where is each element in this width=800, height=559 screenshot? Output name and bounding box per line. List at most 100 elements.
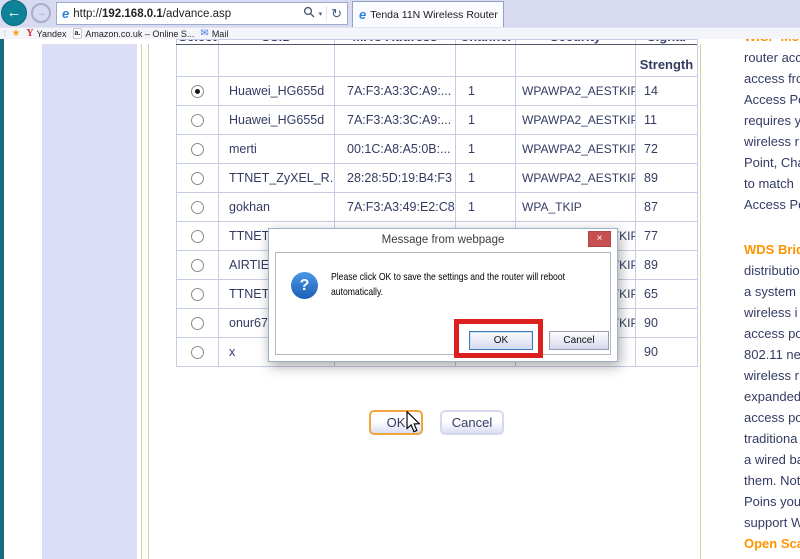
select-radio[interactable] (191, 230, 204, 244)
channel-cell: 1 (455, 76, 516, 106)
signal-cell: 90 (635, 337, 698, 367)
help-heading-open-scan: Open Sca (744, 536, 800, 551)
yandex-icon: Y (26, 28, 34, 39)
select-radio[interactable] (191, 85, 204, 99)
favorites-star-icon[interactable]: ★ (11, 28, 20, 39)
select-radio[interactable] (191, 201, 204, 215)
tab-tenda-router[interactable]: e Tenda 11N Wireless Router × (352, 1, 504, 27)
help-line: to display (744, 554, 800, 559)
mac-cell: 7A:F3:A3:3C:A9:... (334, 76, 456, 106)
header-select: Select (176, 39, 219, 77)
dialog-cancel-button[interactable]: Cancel (549, 331, 609, 350)
security-cell: WPAWPA2_AESTKIP (515, 163, 636, 193)
channel-cell: 1 (455, 192, 516, 222)
search-dropdown-caret-icon[interactable]: ▾ (319, 10, 323, 18)
signal-cell: 11 (635, 105, 698, 135)
select-radio[interactable] (191, 114, 204, 128)
table-header-row: Select SSID MAC Address Channel Security… (176, 39, 698, 77)
red-annotation-box (454, 319, 543, 358)
forward-arrow-icon: → (35, 7, 47, 19)
forward-button[interactable]: → (31, 3, 51, 23)
signal-cell: 14 (635, 76, 698, 106)
page-content: Select SSID MAC Address Channel Security… (4, 39, 800, 559)
help-line: to match (744, 176, 794, 191)
table-row: gokhan 7A:F3:A3:49:E2:C8 1 WPA_TKIP 87 (176, 192, 698, 222)
help-line: wireless r (744, 134, 799, 149)
security-cell: WPAWPA2_AESTKIP (515, 105, 636, 135)
help-line: requires y (744, 113, 800, 128)
mac-cell: 7A:F3:A3:3C:A9:... (334, 105, 456, 135)
help-panel-divider (700, 44, 701, 559)
dialog-close-icon[interactable]: × (588, 231, 611, 247)
page-cancel-button[interactable]: Cancel (440, 410, 504, 435)
channel-cell: 1 (455, 134, 516, 164)
signal-cell: 87 (635, 192, 698, 222)
select-radio[interactable] (191, 259, 204, 273)
signal-cell: 90 (635, 308, 698, 338)
signal-cell: 89 (635, 250, 698, 280)
help-line: access po (744, 410, 800, 425)
help-line: them. Not (744, 473, 800, 488)
refresh-icon[interactable]: ↻ (331, 6, 342, 22)
help-line: support W (744, 515, 800, 530)
mouse-cursor-icon (405, 410, 422, 438)
back-button[interactable]: ← (1, 0, 27, 26)
mac-cell: 28:28:5D:19:B4:F3 (334, 163, 456, 193)
security-cell: WPAWPA2_AESTKIP (515, 134, 636, 164)
help-line: Access Po (744, 92, 800, 107)
table-top-rule (176, 44, 697, 45)
select-radio[interactable] (191, 143, 204, 157)
select-radio[interactable] (191, 172, 204, 186)
tab-close-icon[interactable]: × (502, 9, 503, 21)
header-mac: MAC Address (334, 39, 456, 77)
help-line: access fro (744, 71, 800, 86)
ssid-cell: Huawei_HG655d (218, 105, 335, 135)
help-line: wireless i (744, 305, 798, 320)
ssid-cell: Huawei_HG655d (218, 76, 335, 106)
help-line: Point, Cha (744, 155, 800, 170)
search-icon[interactable] (303, 5, 315, 23)
amazon-icon: a. (72, 28, 83, 39)
favorite-amazon-label: Amazon.co.uk – Online S... (85, 28, 195, 39)
help-line: distributio (744, 263, 800, 278)
help-line: wireless r (744, 368, 799, 383)
browser-window: ← → e http://192.168.0.1/advance.asp ▾ ↻… (0, 0, 800, 559)
address-bar[interactable]: e http://192.168.0.1/advance.asp ▾ ↻ (56, 2, 348, 25)
favorite-yandex[interactable]: Y Yandex (26, 28, 66, 39)
url-text: http://192.168.0.1/advance.asp (73, 7, 232, 20)
help-heading-wds: WDS Brid (744, 242, 800, 257)
table-row: Huawei_HG655d 7A:F3:A3:3C:A9:... 1 WPAWP… (176, 76, 698, 106)
select-radio[interactable] (191, 288, 204, 302)
back-arrow-icon: ← (6, 4, 22, 21)
signal-cell: 77 (635, 221, 698, 251)
tab-title: Tenda 11N Wireless Router (370, 8, 498, 21)
signal-cell: 72 (635, 134, 698, 164)
mac-cell: 00:1C:A8:A5:0B:... (334, 134, 456, 164)
address-bar-divider (326, 6, 328, 21)
help-line: access po (744, 326, 800, 341)
message-dialog: Message from webpage × ? Please click OK… (268, 228, 618, 362)
select-radio[interactable] (191, 317, 204, 331)
help-line: Poins you (744, 494, 800, 509)
help-line: a wired ba (744, 452, 800, 467)
help-line: a system (744, 284, 797, 299)
table-row: TTNET_ZyXEL_R... 28:28:5D:19:B4:F3 1 WPA… (176, 163, 698, 193)
help-line: traditiona (744, 431, 798, 446)
favorite-amazon[interactable]: a. Amazon.co.uk – Online S... (72, 28, 195, 39)
dialog-title: Message from webpage (381, 234, 505, 246)
tab-favicon-icon: e (359, 7, 367, 22)
browser-toolbar: ← → e http://192.168.0.1/advance.asp ▾ ↻… (0, 0, 800, 27)
sidebar-block (42, 44, 137, 559)
header-ssid: SSID (218, 39, 335, 77)
layout-divider (141, 44, 142, 559)
header-security: Security (515, 39, 636, 77)
favorite-mail-label: Mail (211, 28, 229, 39)
table-row: merti 00:1C:A8:A5:0B:... 1 WPAWPA2_AESTK… (176, 134, 698, 164)
header-channel: Channel (455, 39, 516, 77)
help-line: 802.11 ne (744, 347, 800, 362)
table-row: Huawei_HG655d 7A:F3:A3:3C:A9:... 1 WPAWP… (176, 105, 698, 135)
mac-cell: 7A:F3:A3:49:E2:C8 (334, 192, 456, 222)
select-radio[interactable] (191, 346, 204, 360)
mail-envelope-icon: ✉ (200, 27, 209, 39)
favorite-mail[interactable]: ✉ Mail (200, 27, 229, 39)
